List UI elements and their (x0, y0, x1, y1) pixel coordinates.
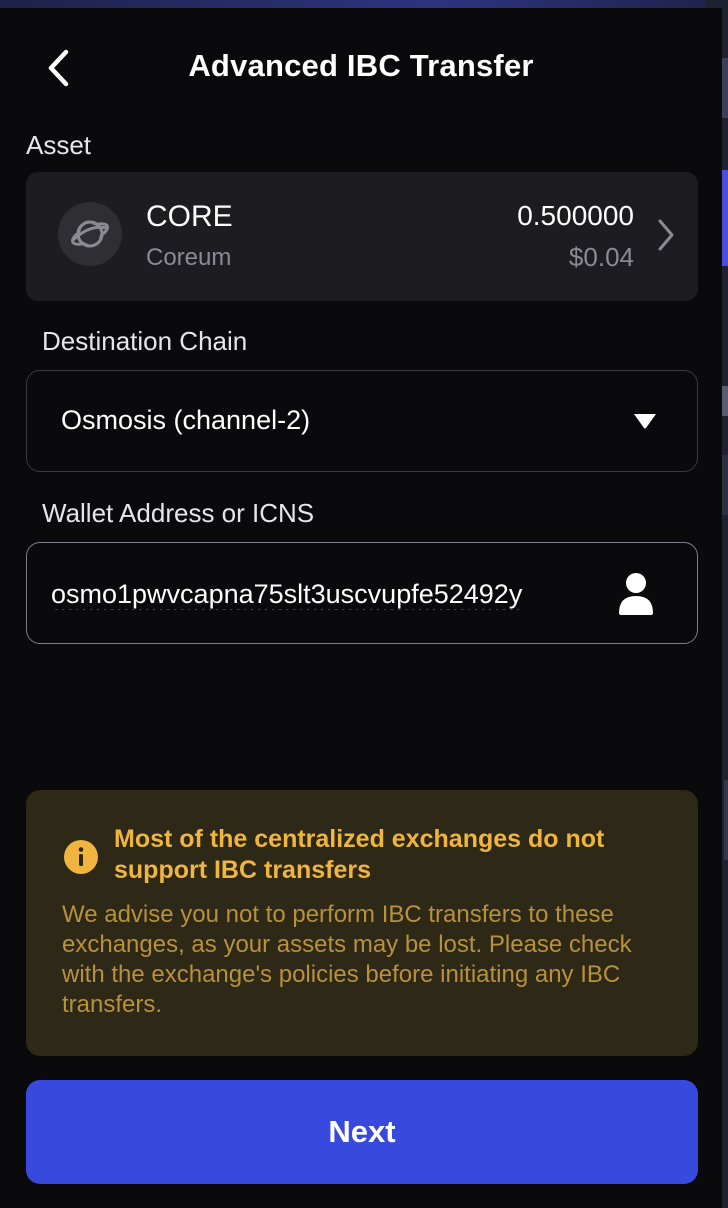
asset-amount: 0.500000 (517, 200, 634, 231)
page-title: Advanced IBC Transfer (188, 48, 534, 83)
user-icon[interactable] (617, 571, 655, 617)
ibc-transfer-panel: Advanced IBC Transfer Asset CORE Coreum … (0, 8, 722, 1208)
planet-icon (58, 202, 122, 266)
ibc-warning-box: Most of the centralized exchanges do not… (26, 790, 698, 1056)
page: Advanced IBC Transfer Asset CORE Coreum … (0, 0, 728, 1208)
asset-name: Coreum (146, 244, 232, 271)
info-icon (64, 840, 98, 874)
wallet-address-label: Wallet Address or ICNS (42, 498, 315, 528)
chevron-right-icon (658, 219, 674, 251)
destination-chain-label: Destination Chain (42, 326, 248, 356)
destination-chain-select[interactable]: Osmosis (channel-2) (26, 370, 698, 472)
next-button[interactable]: Next (26, 1080, 698, 1184)
asset-selector[interactable]: CORE Coreum 0.500000 $0.04 (26, 172, 698, 301)
wallet-address-input[interactable] (49, 569, 583, 619)
asset-fiat-value: $0.04 (568, 242, 634, 272)
warning-title: Most of the centralized exchanges do not… (114, 825, 605, 884)
asset-label: Asset (26, 130, 92, 160)
warning-message: We advise you not to perform IBC transfe… (62, 901, 632, 1018)
destination-chain-value: Osmosis (channel-2) (61, 405, 311, 435)
header: Advanced IBC Transfer (0, 8, 722, 128)
asset-symbol: CORE (146, 200, 233, 233)
wallet-address-field[interactable] (26, 542, 698, 644)
caret-down-icon (634, 414, 656, 429)
background-window-strip (0, 0, 728, 8)
